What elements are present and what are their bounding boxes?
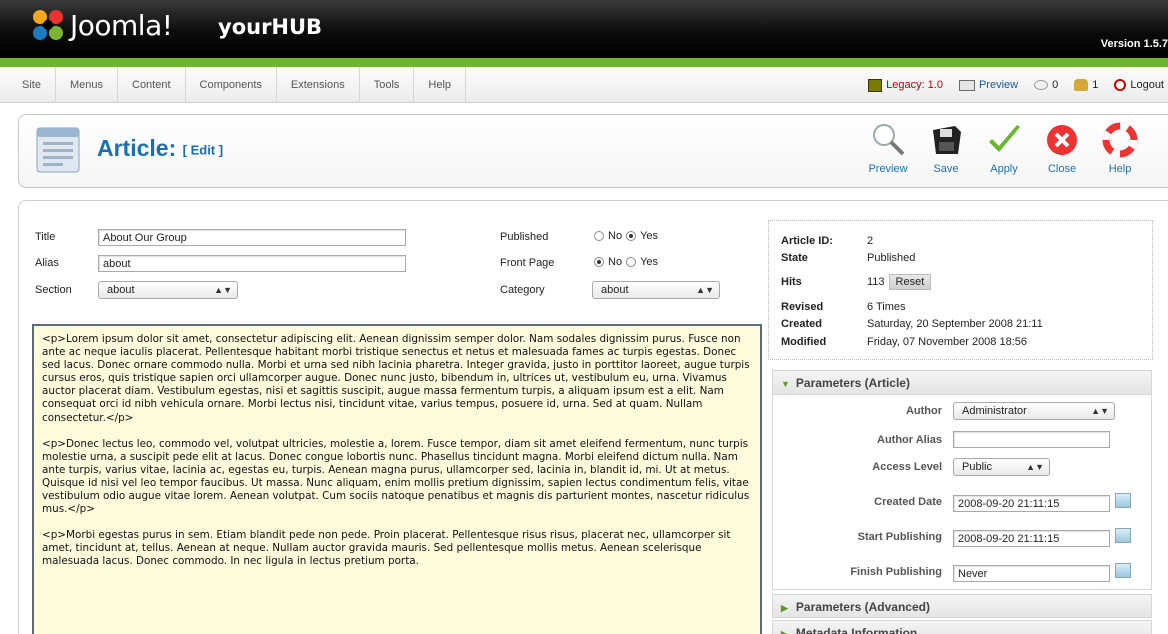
lifebuoy-icon <box>1102 122 1138 158</box>
section-select[interactable]: about ▲▼ <box>98 281 238 299</box>
revised-row: Revised 6 Times <box>781 301 906 313</box>
menu-components[interactable]: Components <box>186 67 277 103</box>
menu-help[interactable]: Help <box>414 67 467 103</box>
menu-menus[interactable]: Menus <box>56 67 118 103</box>
menu-bar: Site Menus Content Components Extensions… <box>0 67 1168 103</box>
hits-row: Hits 113 Reset <box>781 274 932 290</box>
created-row: Created Saturday, 20 September 2008 21:11 <box>781 318 1043 330</box>
apply-button[interactable]: Apply <box>975 119 1033 183</box>
author-alias-input[interactable] <box>953 431 1110 448</box>
title-label: Title <box>35 231 56 243</box>
parameters-article-header[interactable]: ▼ Parameters (Article) <box>773 371 1151 395</box>
article-id-row: Article ID: 2 <box>781 235 874 247</box>
published-radio-group: No Yes <box>594 230 658 242</box>
legacy-status: Legacy: 1.0 <box>868 78 943 92</box>
calendar-icon[interactable] <box>1115 493 1131 508</box>
state-row: State Published <box>781 252 916 264</box>
frontpage-radio-group: No Yes <box>594 256 658 268</box>
metadata-information-header[interactable]: ▶ Metadata Information <box>772 620 1152 634</box>
admin-header: Joomla! yourHUB Version 1.5.7 <box>0 0 1168 58</box>
joomla-brand: Joomla! <box>70 9 173 42</box>
menu-site[interactable]: Site <box>0 67 56 103</box>
calendar-icon[interactable] <box>1115 563 1131 578</box>
published-yes-radio[interactable] <box>626 231 637 241</box>
frontpage-label: Front Page <box>500 257 555 269</box>
help-button[interactable]: Help <box>1091 119 1149 183</box>
joomla-logo-icon <box>33 10 63 40</box>
article-info-panel: Article ID: 2 State Published Hits 113 Rese… <box>768 220 1153 360</box>
preview-site-icon <box>958 79 975 91</box>
legacy-icon <box>868 78 883 92</box>
version-label: Version 1.5.7 <box>1100 38 1168 50</box>
users-icon <box>1074 79 1089 91</box>
calendar-icon[interactable] <box>1115 528 1131 543</box>
category-label: Category <box>500 284 545 296</box>
article-icon <box>36 127 80 173</box>
main-menu: Site Menus Content Components Extensions… <box>0 67 467 103</box>
expanded-arrow-icon: ▼ <box>781 379 790 389</box>
reset-hits-button[interactable]: Reset <box>888 274 932 290</box>
published-no-radio[interactable] <box>594 231 604 241</box>
alias-input[interactable] <box>98 255 406 272</box>
header-accent-bar <box>0 58 1168 67</box>
menu-content[interactable]: Content <box>118 67 186 103</box>
editor-paragraph: <p>Donec lectus leo, commodo vel, volutp… <box>42 437 750 516</box>
status-bar: Legacy: 1.0 Preview 0 1 Logout <box>868 67 1164 103</box>
logout-icon <box>1114 79 1127 91</box>
collapsed-arrow-icon: ▶ <box>781 629 788 634</box>
users-count[interactable]: 1 <box>1074 79 1098 91</box>
finish-publishing-input[interactable] <box>953 565 1110 582</box>
title-input[interactable] <box>98 229 406 246</box>
messages-count[interactable]: 0 <box>1034 79 1058 91</box>
checkmark-icon <box>989 125 1020 152</box>
category-select[interactable]: about ▲▼ <box>592 281 720 299</box>
magnifier-icon <box>873 124 905 156</box>
editor-paragraph: <p>Lorem ipsum dolor sit amet, consectet… <box>42 333 750 424</box>
toolbar-box: Article: [ Edit ] Preview Save Apply Clo… <box>18 114 1168 188</box>
preview-button[interactable]: Preview <box>859 119 917 183</box>
editor-paragraph: <p>Morbi egestas purus in sem. Etiam bla… <box>42 529 731 568</box>
menu-extensions[interactable]: Extensions <box>277 67 360 103</box>
floppy-disk-icon <box>933 126 961 154</box>
author-select[interactable]: Administrator ▲▼ <box>953 402 1115 420</box>
close-circle-icon <box>1047 125 1077 155</box>
select-arrows-icon: ▲▼ <box>696 285 714 295</box>
toolbar-buttons: Preview Save Apply Close Help <box>859 119 1149 183</box>
select-arrows-icon: ▲▼ <box>214 285 232 295</box>
frontpage-no-radio[interactable] <box>594 257 604 267</box>
select-arrows-icon: ▲▼ <box>1091 406 1109 416</box>
logout-link[interactable]: Logout <box>1114 79 1164 91</box>
page-title: Article: [ Edit ] <box>97 135 224 161</box>
published-label: Published <box>500 231 549 243</box>
site-name: yourHUB <box>218 15 323 39</box>
frontpage-yes-radio[interactable] <box>626 257 637 267</box>
select-arrows-icon: ▲▼ <box>1026 462 1044 472</box>
close-button[interactable]: Close <box>1033 119 1091 183</box>
menu-tools[interactable]: Tools <box>360 67 415 103</box>
access-level-select[interactable]: Public ▲▼ <box>953 458 1050 476</box>
section-label: Section <box>35 284 72 296</box>
save-button[interactable]: Save <box>917 119 975 183</box>
preview-link[interactable]: Preview <box>958 79 1018 91</box>
created-date-input[interactable] <box>953 495 1110 512</box>
collapsed-arrow-icon: ▶ <box>781 603 788 613</box>
messages-icon <box>1034 80 1049 90</box>
article-text-editor[interactable]: <p>Lorem ipsum dolor sit amet, consectet… <box>32 324 762 634</box>
modified-row: Modified Friday, 07 November 2008 18:56 <box>781 336 1027 348</box>
alias-label: Alias <box>35 257 59 269</box>
parameters-advanced-header[interactable]: ▶ Parameters (Advanced) <box>772 594 1152 618</box>
start-publishing-input[interactable] <box>953 530 1110 547</box>
